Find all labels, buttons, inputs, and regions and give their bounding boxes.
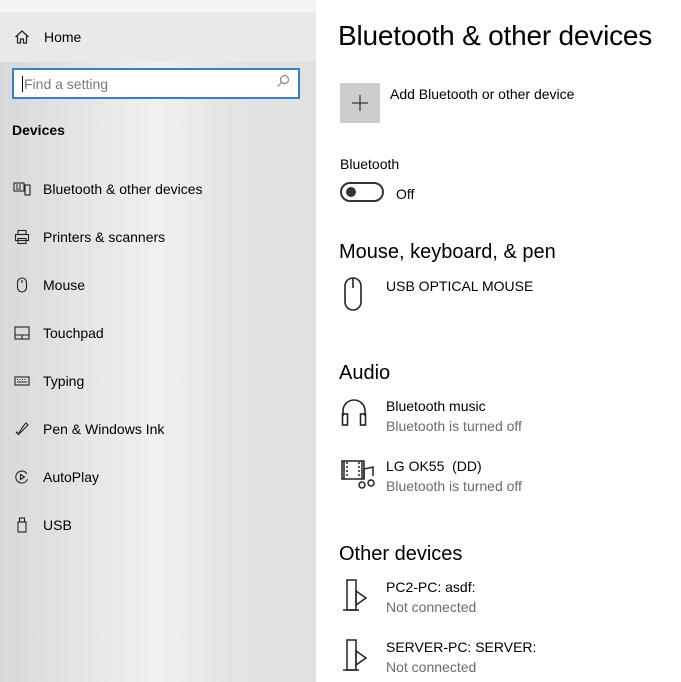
nav-home[interactable]: Home <box>0 12 316 62</box>
bluetooth-toggle[interactable] <box>340 182 384 202</box>
home-icon <box>0 29 44 45</box>
media-player-icon <box>340 456 386 496</box>
media-device-icon <box>340 577 386 617</box>
device-item[interactable]: USB OPTICAL MOUSE <box>340 276 533 312</box>
mouse-icon <box>340 276 386 312</box>
sidebar-item-touchpad[interactable]: Touchpad <box>0 309 316 357</box>
device-item[interactable]: SERVER-PC: SERVER: Not connected <box>340 637 536 677</box>
sidebar-item-label: AutoPlay <box>43 469 100 485</box>
device-status: Not connected <box>386 599 477 615</box>
section-title: Devices <box>12 122 65 138</box>
text-caret <box>22 75 23 92</box>
add-device-button[interactable] <box>340 83 380 123</box>
device-name: LG OK55 (DD) <box>386 458 482 474</box>
sidebar-item-printers[interactable]: Printers & scanners <box>0 213 316 261</box>
sidebar-item-label: Touchpad <box>43 325 104 341</box>
toggle-knob <box>346 187 356 197</box>
main-content: Bluetooth & other devices Add Bluetooth … <box>316 0 681 682</box>
mouse-icon <box>0 277 43 293</box>
nav-list: Bluetooth & other devices Printers & sca… <box>0 165 316 549</box>
section-heading-mouse-keyboard: Mouse, keyboard, & pen <box>339 241 556 263</box>
sidebar-item-label: Typing <box>43 373 85 389</box>
plus-icon <box>352 95 368 111</box>
section-heading-audio: Audio <box>339 362 391 384</box>
usb-icon <box>0 517 43 533</box>
printer-icon <box>0 229 43 245</box>
headphones-icon <box>340 396 386 436</box>
sidebar-item-label: Printers & scanners <box>43 229 166 245</box>
device-status: Not connected <box>386 659 477 675</box>
search-input[interactable] <box>24 75 276 92</box>
device-item[interactable]: LG OK55 (DD) Bluetooth is turned off <box>340 456 522 496</box>
bluetooth-devices-icon <box>0 181 43 197</box>
keyboard-icon <box>0 375 43 387</box>
nav-home-label: Home <box>44 29 82 45</box>
page-title: Bluetooth & other devices <box>338 20 653 51</box>
device-name: PC2-PC: asdf: <box>386 579 476 595</box>
search-icon[interactable] <box>276 74 290 93</box>
device-item[interactable]: Bluetooth music Bluetooth is turned off <box>340 396 522 436</box>
device-status: Bluetooth is turned off <box>386 418 522 434</box>
sidebar: Home Devices Bluetooth & other devices <box>0 0 316 682</box>
sidebar-item-label: Bluetooth & other devices <box>43 181 203 197</box>
sidebar-top-strip <box>0 0 316 12</box>
device-name: USB OPTICAL MOUSE <box>386 278 534 294</box>
sidebar-item-usb[interactable]: USB <box>0 501 316 549</box>
add-device-label[interactable]: Add Bluetooth or other device <box>390 86 574 102</box>
device-name: SERVER-PC: SERVER: <box>386 639 537 655</box>
device-name: Bluetooth music <box>386 398 486 414</box>
media-device-icon <box>340 637 386 677</box>
search-box[interactable] <box>12 68 300 99</box>
touchpad-icon <box>0 326 43 340</box>
pen-icon <box>0 421 43 437</box>
sidebar-item-label: Pen & Windows Ink <box>43 421 165 437</box>
autoplay-icon <box>0 469 43 485</box>
sidebar-item-mouse[interactable]: Mouse <box>0 261 316 309</box>
sidebar-item-typing[interactable]: Typing <box>0 357 316 405</box>
bluetooth-state: Off <box>396 186 415 202</box>
sidebar-item-bluetooth[interactable]: Bluetooth & other devices <box>0 165 316 213</box>
sidebar-item-autoplay[interactable]: AutoPlay <box>0 453 316 501</box>
device-item[interactable]: PC2-PC: asdf: Not connected <box>340 577 476 617</box>
sidebar-item-label: USB <box>43 517 72 533</box>
bluetooth-label: Bluetooth <box>340 156 400 172</box>
sidebar-item-pen[interactable]: Pen & Windows Ink <box>0 405 316 453</box>
device-status: Bluetooth is turned off <box>386 478 522 494</box>
section-heading-other-devices: Other devices <box>339 543 463 565</box>
sidebar-item-label: Mouse <box>43 277 86 293</box>
